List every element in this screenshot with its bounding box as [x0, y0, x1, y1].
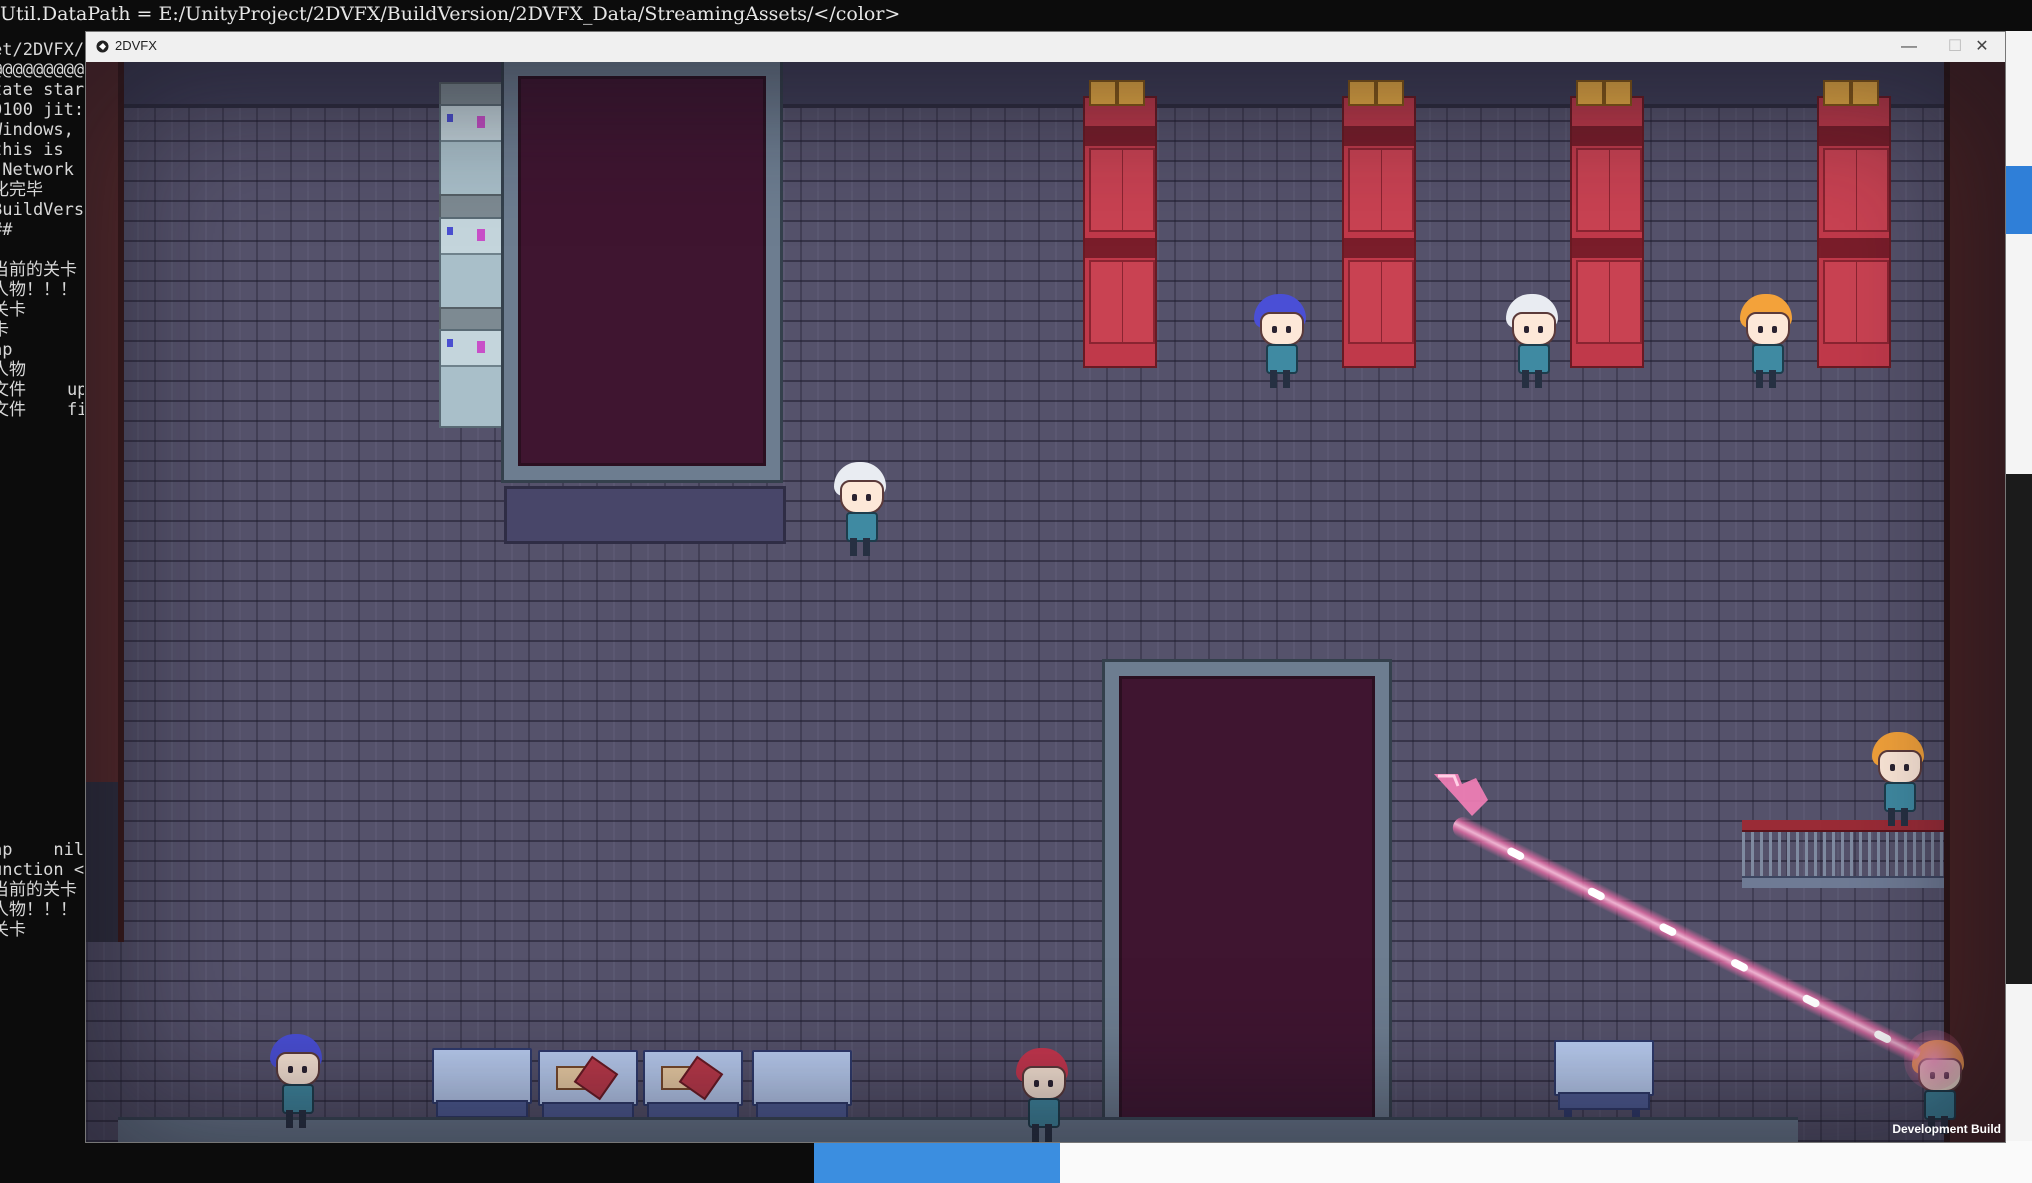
desk [1554, 1040, 1654, 1132]
console-line: Network [0, 160, 74, 180]
console-line: 关卡 [0, 300, 26, 320]
character-blue-hair[interactable] [266, 1034, 326, 1130]
console-line: 卡 [0, 320, 9, 340]
console-line: 文件 up [0, 380, 84, 400]
character-orange-hair[interactable] [1736, 294, 1796, 390]
pink-arrow-vfx-icon [1434, 774, 1488, 816]
red-cabinet [1342, 80, 1416, 368]
background-window-accent [2006, 166, 2032, 234]
taskbar-highlight [814, 1141, 1060, 1183]
red-cabinet [1570, 80, 1644, 368]
character-white-hair[interactable] [830, 462, 890, 558]
character-blue-hair[interactable] [1250, 294, 1310, 390]
console-line: this is [0, 140, 64, 160]
bottom-ledge [118, 1117, 1798, 1142]
top-wall [118, 62, 1978, 108]
window-title: 2DVFX [115, 38, 157, 53]
console-line: BuildVers [0, 200, 84, 220]
red-cabinet [1083, 80, 1157, 368]
game-window[interactable]: 2DVFX — ☐ ✕ Development Build [85, 31, 2006, 1143]
console-line: unction < [0, 860, 84, 880]
console-line: Windows, [0, 120, 74, 140]
character-orange-hair[interactable] [1868, 732, 1928, 828]
close-button[interactable]: ✕ [1959, 32, 2005, 62]
desk-with-book [643, 1050, 743, 1142]
desk [752, 1050, 852, 1142]
console-top-line: Util.DataPath = E:/UnityProject/2DVFX/Bu… [0, 3, 901, 25]
pit-top [504, 62, 780, 480]
console-line: 化完毕 [0, 180, 43, 200]
left-wall [86, 62, 124, 942]
minimize-button[interactable]: — [1886, 32, 1932, 62]
desk [432, 1048, 532, 1140]
console-line: 人物 [0, 360, 26, 380]
console-line: tate star [0, 80, 84, 100]
pit-top-ledge [504, 486, 786, 544]
desk-with-book [538, 1050, 638, 1142]
background-window-panel [2006, 474, 2032, 984]
locker [439, 329, 505, 428]
tiled-floor [86, 62, 2005, 1142]
background-window-edge [2006, 31, 2032, 1141]
console-line: ap nil [0, 840, 84, 860]
console-line: 当前的关卡 [0, 880, 77, 900]
development-build-label: Development Build [1892, 1122, 2001, 1136]
console-line: 文件 fi [0, 400, 84, 420]
character-red-hair[interactable] [1012, 1048, 1072, 1142]
console-line: 人物！！！ [0, 280, 77, 300]
console-line: 0100 jit: [0, 100, 84, 120]
unity-app-icon [96, 40, 109, 53]
console-output: et/2DVFX/@@@@@@@@@@tate star0100 jit:Win… [0, 40, 84, 1140]
game-viewport[interactable]: Development Build [86, 62, 2005, 1142]
console-line: ap [0, 340, 13, 360]
impact-glow-vfx [1904, 1030, 1964, 1090]
taskbar-area [0, 1141, 2032, 1183]
console-line: @@@@@@@@@@ [0, 60, 84, 80]
window-titlebar[interactable]: 2DVFX — ☐ ✕ [86, 32, 2005, 62]
console-line: ## [0, 220, 13, 240]
right-wall [1944, 62, 2005, 1142]
console-line: et/2DVFX/ [0, 40, 84, 60]
locker [439, 217, 505, 316]
character-white-hair[interactable] [1502, 294, 1562, 390]
taskbar-blank [1060, 1141, 2032, 1183]
railing [1742, 820, 1944, 890]
pit-bottom [1105, 662, 1389, 1142]
locker [439, 104, 505, 203]
console-line: 关卡 [0, 920, 26, 940]
console-line: 人物！！！ [0, 900, 77, 920]
console-line: 当前的关卡 [0, 260, 77, 280]
red-cabinet [1817, 80, 1891, 368]
